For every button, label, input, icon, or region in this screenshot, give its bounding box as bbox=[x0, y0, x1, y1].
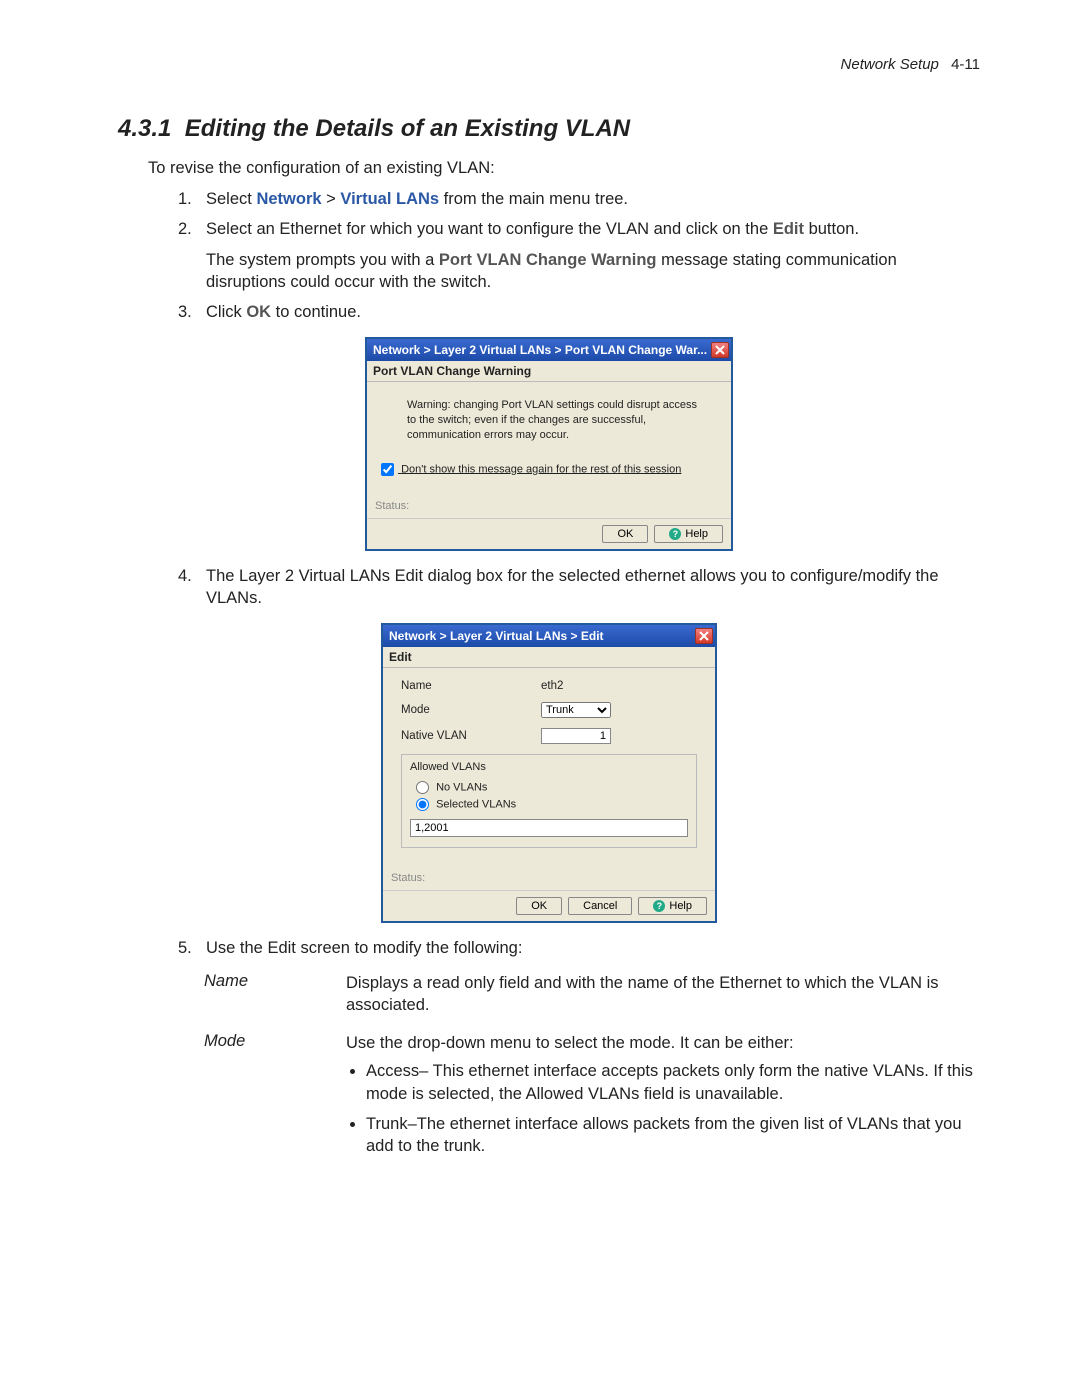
dont-show-label: Don't show this message again for the re… bbox=[401, 463, 681, 475]
steps-list-cont: 4. The Layer 2 Virtual LANs Edit dialog … bbox=[178, 565, 980, 610]
mode-row: Mode Trunk bbox=[401, 702, 697, 718]
vlan-edit-dialog: Network > Layer 2 Virtual LANs > Edit Ed… bbox=[381, 623, 717, 923]
step-text-post: button. bbox=[804, 220, 859, 238]
def-name-body: Displays a read only field and with the … bbox=[346, 972, 980, 1017]
page-header: Network Setup 4-11 bbox=[118, 56, 980, 73]
allowed-vlans-group: Allowed VLANs No VLANs Selected VLANs bbox=[401, 754, 697, 848]
help-button-label: Help bbox=[669, 900, 692, 912]
warning-name: Port VLAN Change Warning bbox=[439, 251, 657, 269]
dont-show-row: Don't show this message again for the re… bbox=[367, 451, 731, 482]
section-heading: 4.3.1 Editing the Details of an Existing… bbox=[118, 115, 980, 143]
def-name-row: Name Displays a read only field and with… bbox=[204, 972, 980, 1017]
mode-label: Mode bbox=[401, 704, 541, 716]
def-mode-row: Mode Use the drop-down menu to select th… bbox=[204, 1032, 980, 1165]
port-vlan-warning-dialog: Network > Layer 2 Virtual LANs > Port VL… bbox=[365, 337, 733, 551]
step-text-post: to continue. bbox=[271, 303, 361, 321]
dialog-body-text: Warning: changing Port VLAN settings cou… bbox=[367, 382, 731, 451]
section-number: 4.3.1 bbox=[118, 115, 171, 142]
dialog-button-row: OK ? Help bbox=[367, 518, 731, 549]
sub-pre: The system prompts you with a bbox=[206, 251, 439, 269]
dont-show-checkbox[interactable] bbox=[381, 463, 394, 476]
ok-button-label: OK bbox=[531, 900, 547, 912]
native-vlan-row: Native VLAN bbox=[401, 728, 697, 744]
step-3: 3. Click OK to continue. bbox=[178, 301, 980, 323]
help-button[interactable]: ? Help bbox=[638, 897, 707, 915]
edit-form: Name eth2 Mode Trunk Native VLAN bbox=[383, 668, 715, 854]
status-label: Status: bbox=[383, 854, 715, 890]
step-2-sub: The system prompts you with a Port VLAN … bbox=[206, 249, 980, 294]
section-title: Editing the Details of an Existing VLAN bbox=[185, 115, 630, 142]
def-mode-bullets: Access– This ethernet interface accepts … bbox=[366, 1060, 980, 1157]
edit-button-ref: Edit bbox=[773, 220, 804, 238]
step-number: 2. bbox=[178, 218, 192, 240]
def-mode-body: Use the drop-down menu to select the mod… bbox=[346, 1032, 980, 1165]
step-2: 2. Select an Ethernet for which you want… bbox=[178, 218, 980, 293]
figure-edit-dialog: Network > Layer 2 Virtual LANs > Edit Ed… bbox=[118, 623, 980, 923]
def-mode-bullet-access: Access– This ethernet interface accepts … bbox=[366, 1060, 980, 1105]
step-number: 1. bbox=[178, 188, 192, 210]
step-text-pre: Select bbox=[206, 190, 256, 208]
menu-network: Network bbox=[256, 190, 321, 208]
dialog-titlebar: Network > Layer 2 Virtual LANs > Port VL… bbox=[367, 339, 731, 361]
step-number: 3. bbox=[178, 301, 192, 323]
step-text: Use the Edit screen to modify the follow… bbox=[206, 939, 522, 957]
no-vlans-row: No VLANs bbox=[410, 779, 688, 796]
dialog-title: Network > Layer 2 Virtual LANs > Edit bbox=[389, 629, 695, 643]
help-button[interactable]: ? Help bbox=[654, 525, 723, 543]
selected-vlans-label: Selected VLANs bbox=[436, 799, 516, 811]
step-number: 4. bbox=[178, 565, 192, 587]
cancel-button[interactable]: Cancel bbox=[568, 897, 632, 915]
def-mode-text: Use the drop-down menu to select the mod… bbox=[346, 1034, 794, 1052]
def-mode-bullet-trunk: Trunk–The ethernet interface allows pack… bbox=[366, 1113, 980, 1158]
native-vlan-input[interactable] bbox=[541, 728, 611, 744]
dialog-title: Network > Layer 2 Virtual LANs > Port VL… bbox=[373, 343, 711, 357]
steps-list: 1. Select Network > Virtual LANs from th… bbox=[178, 188, 980, 323]
no-vlans-label: No VLANs bbox=[436, 782, 487, 794]
dialog-button-row: OK Cancel ? Help bbox=[383, 890, 715, 921]
step-text-post: from the main menu tree. bbox=[439, 190, 628, 208]
step-1: 1. Select Network > Virtual LANs from th… bbox=[178, 188, 980, 210]
header-chapter: Network Setup bbox=[841, 56, 947, 73]
native-vlan-label: Native VLAN bbox=[401, 730, 541, 742]
close-icon[interactable] bbox=[711, 342, 729, 358]
steps-list-cont2: 5. Use the Edit screen to modify the fol… bbox=[178, 937, 980, 959]
step-text-pre: Click bbox=[206, 303, 246, 321]
dialog-subhead: Edit bbox=[383, 647, 715, 668]
ok-button[interactable]: OK bbox=[516, 897, 562, 915]
help-icon: ? bbox=[669, 528, 681, 540]
step-number: 5. bbox=[178, 937, 192, 959]
dialog-subhead: Port VLAN Change Warning bbox=[367, 361, 731, 382]
cancel-button-label: Cancel bbox=[583, 900, 617, 912]
step-text-pre: Select an Ethernet for which you want to… bbox=[206, 220, 773, 238]
figure-warning-dialog: Network > Layer 2 Virtual LANs > Port VL… bbox=[118, 337, 980, 551]
mode-select[interactable]: Trunk bbox=[541, 702, 611, 718]
gt-sep: > bbox=[322, 190, 341, 208]
document-page: Network Setup 4-11 4.3.1 Editing the Det… bbox=[0, 0, 1080, 1222]
ok-button-label: OK bbox=[617, 528, 633, 540]
ok-button[interactable]: OK bbox=[602, 525, 648, 543]
name-value: eth2 bbox=[541, 680, 697, 692]
allowed-vlans-input[interactable] bbox=[410, 819, 688, 837]
def-mode-term: Mode bbox=[204, 1032, 346, 1165]
selected-vlans-row: Selected VLANs bbox=[410, 796, 688, 813]
name-label: Name bbox=[401, 680, 541, 692]
help-button-label: Help bbox=[685, 528, 708, 540]
close-icon[interactable] bbox=[695, 628, 713, 644]
ok-button-ref: OK bbox=[246, 303, 271, 321]
help-icon: ? bbox=[653, 900, 665, 912]
step-5: 5. Use the Edit screen to modify the fol… bbox=[178, 937, 980, 959]
intro-text: To revise the configuration of an existi… bbox=[148, 159, 980, 178]
header-page-number: 4-11 bbox=[951, 56, 980, 73]
step-4: 4. The Layer 2 Virtual LANs Edit dialog … bbox=[178, 565, 980, 610]
step-text: The Layer 2 Virtual LANs Edit dialog box… bbox=[206, 567, 939, 607]
selected-vlans-radio[interactable] bbox=[416, 798, 429, 811]
name-row: Name eth2 bbox=[401, 680, 697, 692]
menu-virtual-lans: Virtual LANs bbox=[340, 190, 439, 208]
allowed-vlans-title: Allowed VLANs bbox=[410, 761, 688, 773]
no-vlans-radio[interactable] bbox=[416, 781, 429, 794]
dialog-titlebar: Network > Layer 2 Virtual LANs > Edit bbox=[383, 625, 715, 647]
definitions: Name Displays a read only field and with… bbox=[204, 972, 980, 1166]
def-name-term: Name bbox=[204, 972, 346, 1017]
status-label: Status: bbox=[367, 482, 731, 518]
